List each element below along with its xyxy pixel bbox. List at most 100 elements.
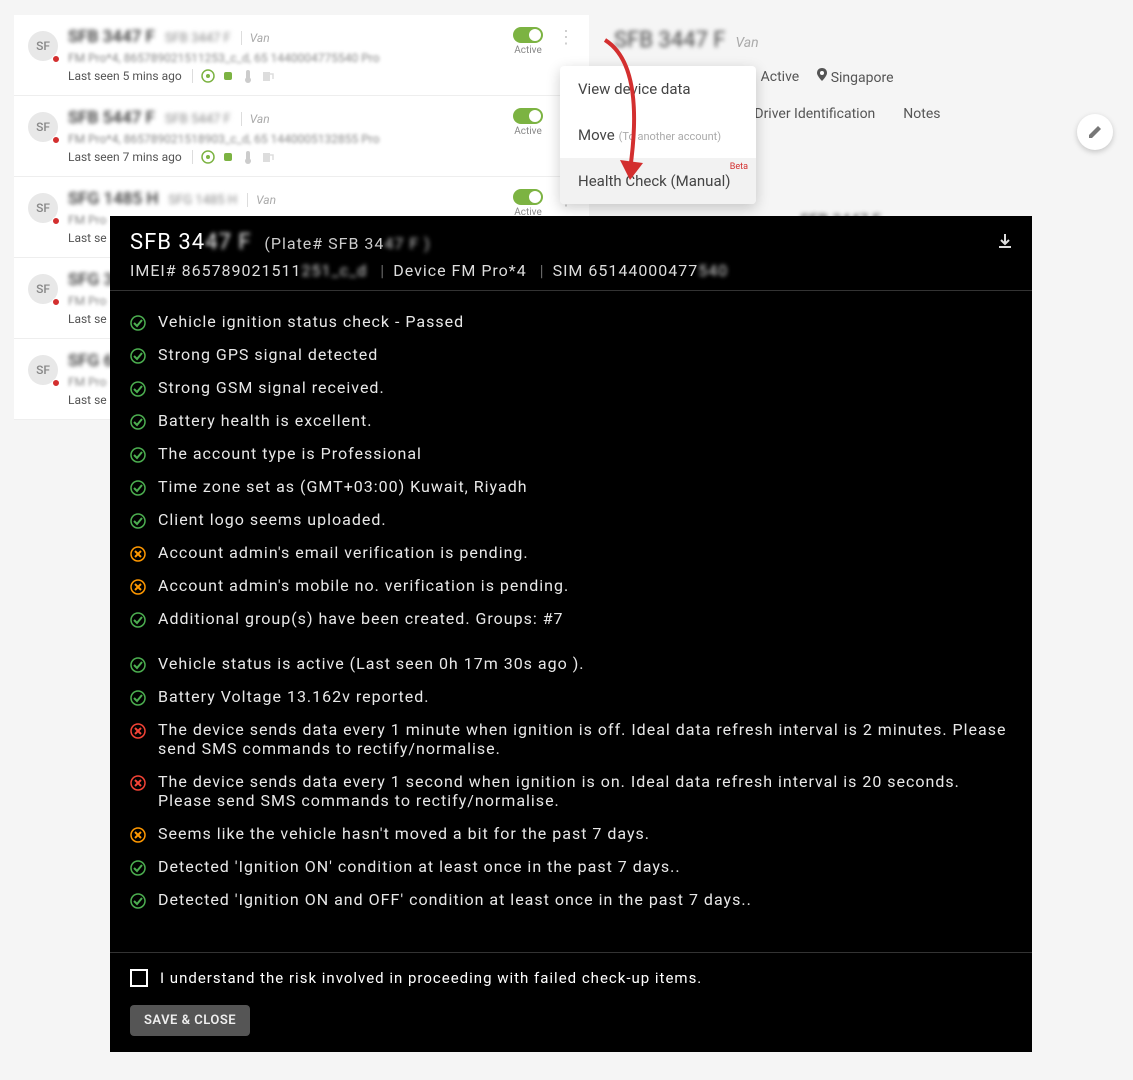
- toggle-label: Active: [514, 45, 542, 56]
- check-warn-icon: [130, 579, 146, 595]
- beta-badge: Beta: [730, 162, 748, 172]
- check-item: Account admin's email verification is pe…: [130, 536, 1012, 569]
- edit-fab-button[interactable]: [1077, 114, 1113, 150]
- last-seen: Last seen 7 mins ago: [68, 150, 182, 164]
- modal-footer: I understand the risk involved in procee…: [110, 952, 1032, 1052]
- check-item: Strong GSM signal received.: [130, 371, 1012, 404]
- avatar: SF: [28, 112, 58, 142]
- vehicle-device-info: FM Pro*4, 865789021518903_c_d, 65 144000…: [68, 132, 503, 146]
- check-text: Detected 'Ignition ON' condition at leas…: [158, 857, 681, 876]
- vehicle-title: SFB 5447 F: [68, 108, 155, 128]
- check-item: Client logo seems uploaded.: [130, 503, 1012, 536]
- check-item: Additional group(s) have been created. G…: [130, 602, 1012, 635]
- steering-icon: [201, 150, 215, 164]
- modal-header: SFB 3447 F (Plate# SFB 3447 F ) IMEI# 86…: [110, 216, 1032, 291]
- check-item: Battery Voltage 13.162v reported.: [130, 680, 1012, 713]
- avatar: SF: [28, 31, 58, 61]
- check-text: Strong GPS signal detected: [158, 345, 378, 364]
- check-ok-icon: [130, 657, 146, 673]
- vehicle-plate: SFG 1485 H: [168, 193, 237, 208]
- active-toggle[interactable]: [513, 189, 543, 205]
- vehicle-title: SFG 1485 H: [68, 189, 158, 209]
- health-check-modal: SFB 3447 F (Plate# SFB 3447 F ) IMEI# 86…: [110, 216, 1032, 1052]
- vehicle-type: Van: [241, 112, 270, 126]
- check-item: Time zone set as (GMT+03:00) Kuwait, Riy…: [130, 470, 1012, 503]
- health-check-list[interactable]: Vehicle ignition status check - Passed St…: [110, 291, 1032, 952]
- check-ok-icon: [130, 860, 146, 876]
- check-text: Account admin's email verification is pe…: [158, 543, 529, 562]
- active-toggle[interactable]: [513, 108, 543, 124]
- check-text: Seems like the vehicle hasn't moved a bi…: [158, 824, 650, 843]
- key-icon: [221, 150, 235, 164]
- check-ok-icon: [130, 480, 146, 496]
- last-seen: Last se: [68, 312, 107, 326]
- check-item: Seems like the vehicle hasn't moved a bi…: [130, 817, 1012, 850]
- check-text: Account admin's mobile no. verification …: [158, 576, 569, 595]
- check-ok-icon: [130, 513, 146, 529]
- ack-checkbox[interactable]: [130, 969, 148, 987]
- toggle-label: Active: [514, 126, 542, 137]
- check-text: Vehicle ignition status check - Passed: [158, 312, 464, 331]
- vehicle-title: SFG 3: [68, 270, 113, 290]
- check-text: The account type is Professional: [158, 444, 422, 463]
- check-text: The device sends data every 1 minute whe…: [158, 720, 1012, 758]
- vehicle-title: SFB 3447 F: [68, 27, 155, 47]
- fuel-icon: [261, 150, 275, 164]
- check-text: Battery Voltage 13.162v reported.: [158, 687, 429, 706]
- check-ok-icon: [130, 447, 146, 463]
- check-warn-icon: [130, 546, 146, 562]
- last-seen: Last se: [68, 393, 107, 407]
- active-toggle[interactable]: [513, 27, 543, 43]
- check-text: The device sends data every 1 second whe…: [158, 772, 1012, 810]
- check-ok-icon: [130, 612, 146, 628]
- vehicle-plate: SFB 3447 F: [165, 31, 231, 46]
- vehicle-title: SFG 6: [68, 351, 113, 371]
- annotation-arrow: [575, 35, 655, 195]
- check-ok-icon: [130, 690, 146, 706]
- check-item: Vehicle ignition status check - Passed: [130, 305, 1012, 338]
- vehicle-row[interactable]: SF SFB 3447 F SFB 3447 F Van FM Pro*4, 8…: [14, 15, 589, 96]
- check-item: The device sends data every 1 second whe…: [130, 765, 1012, 817]
- check-ok-icon: [130, 414, 146, 430]
- check-item: The account type is Professional: [130, 437, 1012, 470]
- check-text: Strong GSM signal received.: [158, 378, 385, 397]
- avatar: SF: [28, 355, 58, 385]
- check-text: Vehicle status is active (Last seen 0h 1…: [158, 654, 584, 673]
- check-text: Time zone set as (GMT+03:00) Kuwait, Riy…: [158, 477, 528, 496]
- check-error-icon: [130, 775, 146, 791]
- check-item: Detected 'Ignition ON' condition at leas…: [130, 850, 1012, 883]
- key-icon: [221, 69, 235, 83]
- download-icon[interactable]: [996, 232, 1014, 254]
- check-text: Battery health is excellent.: [158, 411, 372, 430]
- last-seen: Last seen 5 mins ago: [68, 69, 182, 83]
- ack-label: I understand the risk involved in procee…: [160, 969, 702, 987]
- vehicle-device-info: FM Pro*4, 865789021511253_c_d, 65 144000…: [68, 51, 503, 65]
- tab-notes[interactable]: Notes: [903, 106, 940, 122]
- vehicle-row[interactable]: SF SFB 5447 F SFB 5447 F Van FM Pro*4, 8…: [14, 96, 589, 177]
- detail-type: Van: [735, 35, 758, 51]
- check-text: Additional group(s) have been created. G…: [158, 609, 564, 628]
- steering-icon: [201, 69, 215, 83]
- check-ok-icon: [130, 893, 146, 909]
- check-ok-icon: [130, 315, 146, 331]
- check-item: Strong GPS signal detected: [130, 338, 1012, 371]
- check-item: Detected 'Ignition ON and OFF' condition…: [130, 883, 1012, 916]
- check-item: The device sends data every 1 minute whe…: [130, 713, 1012, 765]
- tab-driver-identification[interactable]: Driver Identification: [754, 106, 875, 122]
- check-text: Client logo seems uploaded.: [158, 510, 387, 529]
- check-error-icon: [130, 723, 146, 739]
- check-ok-icon: [130, 381, 146, 397]
- temp-icon: [241, 150, 255, 164]
- check-ok-icon: [130, 348, 146, 364]
- check-item: Vehicle status is active (Last seen 0h 1…: [130, 647, 1012, 680]
- vehicle-plate: SFB 5447 F: [165, 112, 231, 127]
- check-warn-icon: [130, 827, 146, 843]
- modal-subtitle: IMEI# 865789021511251_c_d |Device FM Pro…: [130, 261, 1012, 280]
- save-close-button[interactable]: SAVE & CLOSE: [130, 1005, 250, 1036]
- fuel-icon: [261, 69, 275, 83]
- avatar: SF: [28, 193, 58, 223]
- vehicle-type: Van: [241, 31, 270, 45]
- last-seen: Last se: [68, 231, 107, 245]
- avatar: SF: [28, 274, 58, 304]
- modal-title: SFB 3447 F (Plate# SFB 3447 F ): [130, 230, 1012, 255]
